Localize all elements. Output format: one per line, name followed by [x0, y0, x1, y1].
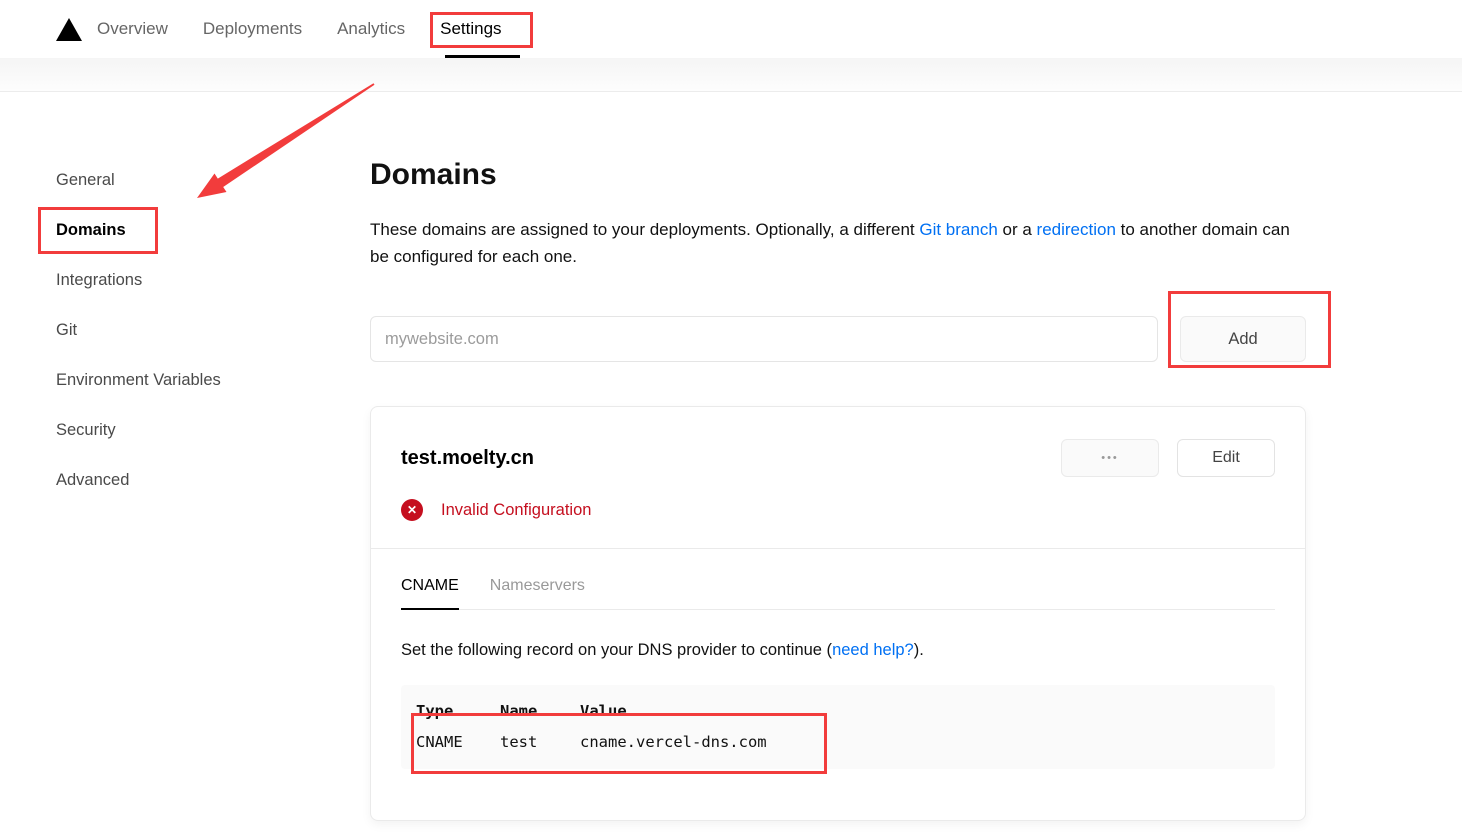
- git-branch-link[interactable]: Git branch: [919, 220, 997, 239]
- page-title: Domains: [370, 158, 497, 192]
- sidebar-item-git[interactable]: Git: [56, 305, 346, 355]
- table-header-row: Type Name Value: [416, 695, 767, 726]
- sidebar-item-domains[interactable]: Domains: [56, 205, 346, 255]
- dns-instruction: Set the following record on your DNS pro…: [401, 641, 1275, 660]
- settings-sidebar: General Domains Integrations Git Environ…: [56, 155, 346, 505]
- domain-card-body: CNAME Nameservers Set the following reco…: [371, 549, 1305, 769]
- top-nav: Overview Deployments Analytics Settings: [0, 0, 1462, 58]
- page-description: These domains are assigned to your deplo…: [370, 216, 1300, 270]
- domain-card-actions: ••• Edit: [1061, 439, 1275, 477]
- column-header-type: Type: [416, 695, 500, 726]
- domain-status-row: ✕ Invalid Configuration: [401, 499, 1275, 521]
- active-tab-indicator: [445, 55, 520, 58]
- nav-item-overview[interactable]: Overview: [97, 19, 168, 39]
- domain-card-header: test.moelty.cn ••• Edit ✕ Invalid Config…: [371, 407, 1305, 549]
- edit-domain-button[interactable]: Edit: [1177, 439, 1275, 477]
- nav-items: Overview Deployments Analytics Settings: [97, 19, 502, 39]
- tab-nameservers[interactable]: Nameservers: [490, 577, 585, 610]
- table-row: CNAME test cname.vercel-dns.com: [416, 726, 767, 757]
- description-text: These domains are assigned to your deplo…: [370, 220, 919, 239]
- record-name: test: [500, 726, 580, 757]
- sidebar-item-advanced[interactable]: Advanced: [56, 455, 346, 505]
- add-domain-row: Add: [370, 316, 1306, 362]
- instruction-text: ).: [914, 641, 924, 659]
- more-options-button[interactable]: •••: [1061, 439, 1159, 477]
- dns-record-block: Type Name Value CNAME test cname.vercel-…: [401, 685, 1275, 769]
- nav-item-deployments[interactable]: Deployments: [203, 19, 302, 39]
- column-header-name: Name: [500, 695, 580, 726]
- vercel-logo-icon[interactable]: [56, 18, 82, 41]
- nav-item-analytics[interactable]: Analytics: [337, 19, 405, 39]
- sidebar-item-security[interactable]: Security: [56, 405, 346, 455]
- domain-card: test.moelty.cn ••• Edit ✕ Invalid Config…: [370, 406, 1306, 821]
- nav-item-settings[interactable]: Settings: [440, 19, 501, 39]
- status-badge: Invalid Configuration: [441, 501, 591, 520]
- error-x-icon: ✕: [401, 499, 423, 521]
- record-value: cname.vercel-dns.com: [580, 726, 767, 757]
- record-tabs: CNAME Nameservers: [401, 549, 1275, 610]
- need-help-link[interactable]: need help?: [832, 641, 914, 659]
- instruction-text: Set the following record on your DNS pro…: [401, 641, 832, 659]
- domain-input[interactable]: [370, 316, 1158, 362]
- sidebar-item-environment-variables[interactable]: Environment Variables: [56, 355, 346, 405]
- sidebar-item-general[interactable]: General: [56, 155, 346, 205]
- column-header-value: Value: [580, 695, 767, 726]
- domain-name: test.moelty.cn: [401, 447, 534, 470]
- tab-cname[interactable]: CNAME: [401, 577, 459, 610]
- add-domain-button[interactable]: Add: [1180, 316, 1306, 362]
- description-text: or a: [998, 220, 1037, 239]
- subheader-strip: [0, 58, 1462, 92]
- sidebar-item-integrations[interactable]: Integrations: [56, 255, 346, 305]
- dns-record-table: Type Name Value CNAME test cname.vercel-…: [416, 695, 767, 757]
- record-type: CNAME: [416, 726, 500, 757]
- redirection-link[interactable]: redirection: [1037, 220, 1116, 239]
